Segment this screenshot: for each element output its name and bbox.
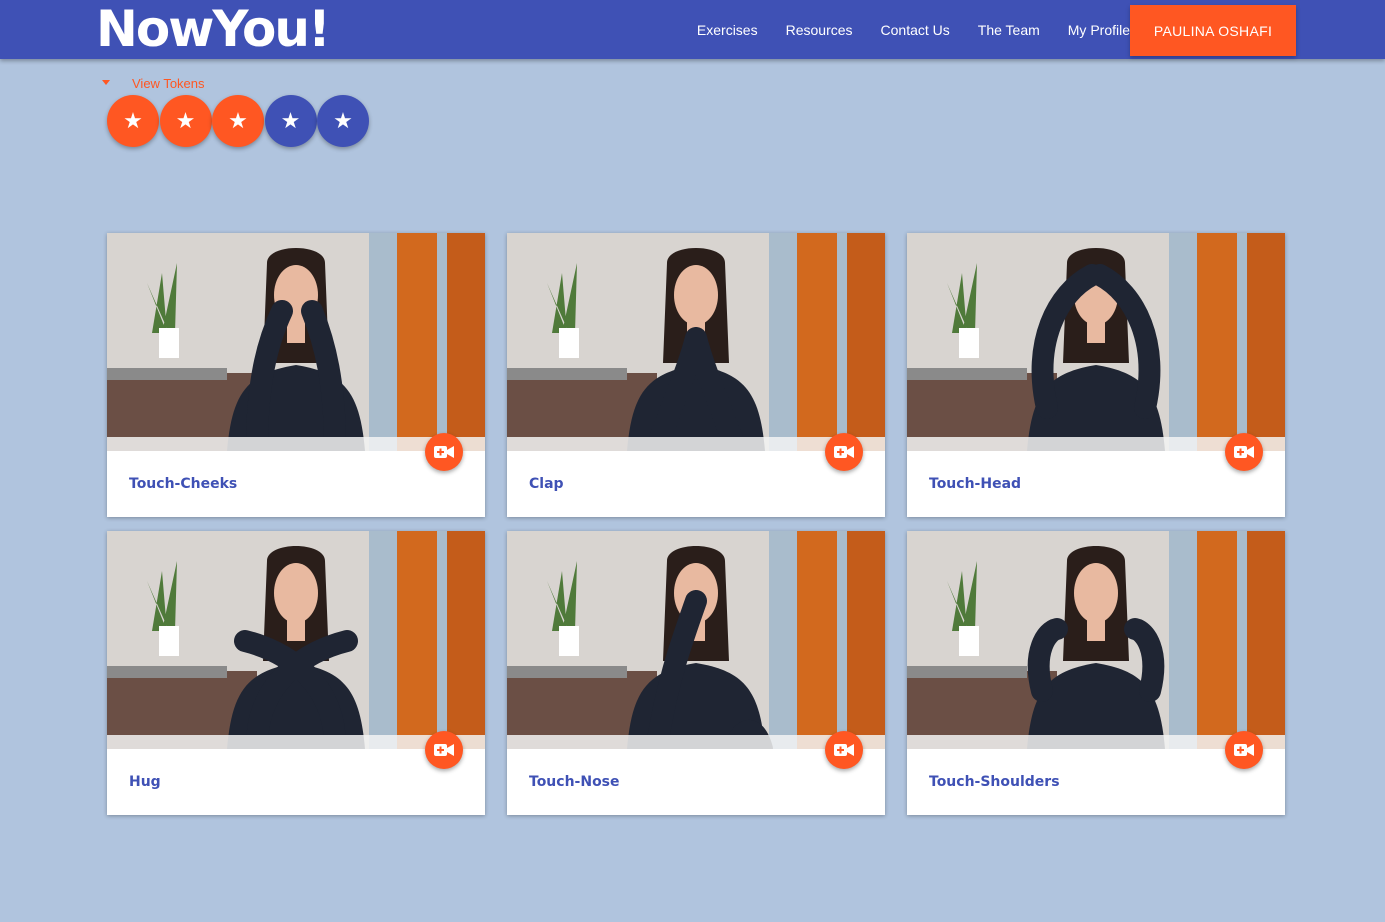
exercise-card[interactable]: Touch-Shoulders — [907, 531, 1285, 815]
exercise-video-thumbnail[interactable] — [907, 233, 1285, 451]
exercise-video-thumbnail[interactable] — [507, 531, 885, 749]
star-icon: ★ — [175, 108, 196, 133]
nav-my-profile[interactable]: My Profile — [1068, 22, 1130, 38]
video-camera-add-icon — [434, 744, 454, 756]
exercise-card[interactable]: Touch-Head — [907, 233, 1285, 517]
exercise-card[interactable]: Touch-Cheeks — [107, 233, 485, 517]
video-camera-add-icon — [834, 446, 854, 458]
logo[interactable]: NowYou! — [96, 0, 331, 58]
nav-contact-us[interactable]: Contact Us — [881, 22, 950, 38]
exercise-title[interactable]: Touch-Head — [929, 476, 1021, 492]
user-profile-button[interactable]: PAULINA OSHAFI — [1130, 5, 1296, 56]
exercise-title[interactable]: Clap — [529, 476, 564, 492]
exercise-title[interactable]: Hug — [129, 774, 161, 790]
token-earned: ★ — [107, 95, 159, 147]
token-earned: ★ — [159, 95, 212, 147]
main-nav: Exercises Resources Contact Us The Team … — [697, 0, 1144, 59]
exercise-video-thumbnail[interactable] — [907, 531, 1285, 749]
record-video-button[interactable] — [825, 731, 863, 769]
caret-down-icon — [102, 80, 110, 85]
video-camera-add-icon — [834, 744, 854, 756]
nav-resources[interactable]: Resources — [786, 22, 853, 38]
video-camera-add-icon — [1234, 744, 1254, 756]
video-camera-add-icon — [1234, 446, 1254, 458]
exercise-title[interactable]: Touch-Nose — [529, 774, 620, 790]
exercise-card[interactable]: Clap — [507, 233, 885, 517]
star-icon: ★ — [228, 108, 248, 133]
view-tokens-toggle[interactable]: View Tokens — [102, 76, 205, 91]
record-video-button[interactable] — [425, 731, 463, 769]
star-icon: ★ — [280, 108, 301, 133]
star-icon: ★ — [123, 108, 143, 133]
exercise-card[interactable]: Hug — [107, 531, 485, 815]
nav-exercises[interactable]: Exercises — [697, 22, 758, 38]
record-video-button[interactable] — [425, 433, 463, 471]
top-app-bar: NowYou! Exercises Resources Contact Us T… — [0, 0, 1385, 59]
token-locked: ★ — [317, 95, 369, 147]
video-camera-add-icon — [434, 446, 454, 458]
exercise-video-thumbnail[interactable] — [507, 233, 885, 451]
exercise-card[interactable]: Touch-Nose — [507, 531, 885, 815]
token-earned: ★ — [212, 95, 264, 147]
record-video-button[interactable] — [1225, 731, 1263, 769]
record-video-button[interactable] — [825, 433, 863, 471]
exercise-video-thumbnail[interactable] — [107, 531, 485, 749]
record-video-button[interactable] — [1225, 433, 1263, 471]
star-icon: ★ — [333, 108, 353, 133]
token-locked: ★ — [264, 95, 317, 147]
nav-the-team[interactable]: The Team — [978, 22, 1040, 38]
exercise-video-thumbnail[interactable] — [107, 233, 485, 451]
view-tokens-label: View Tokens — [132, 76, 205, 91]
exercise-title[interactable]: Touch-Shoulders — [929, 774, 1060, 790]
exercise-title[interactable]: Touch-Cheeks — [129, 476, 237, 492]
